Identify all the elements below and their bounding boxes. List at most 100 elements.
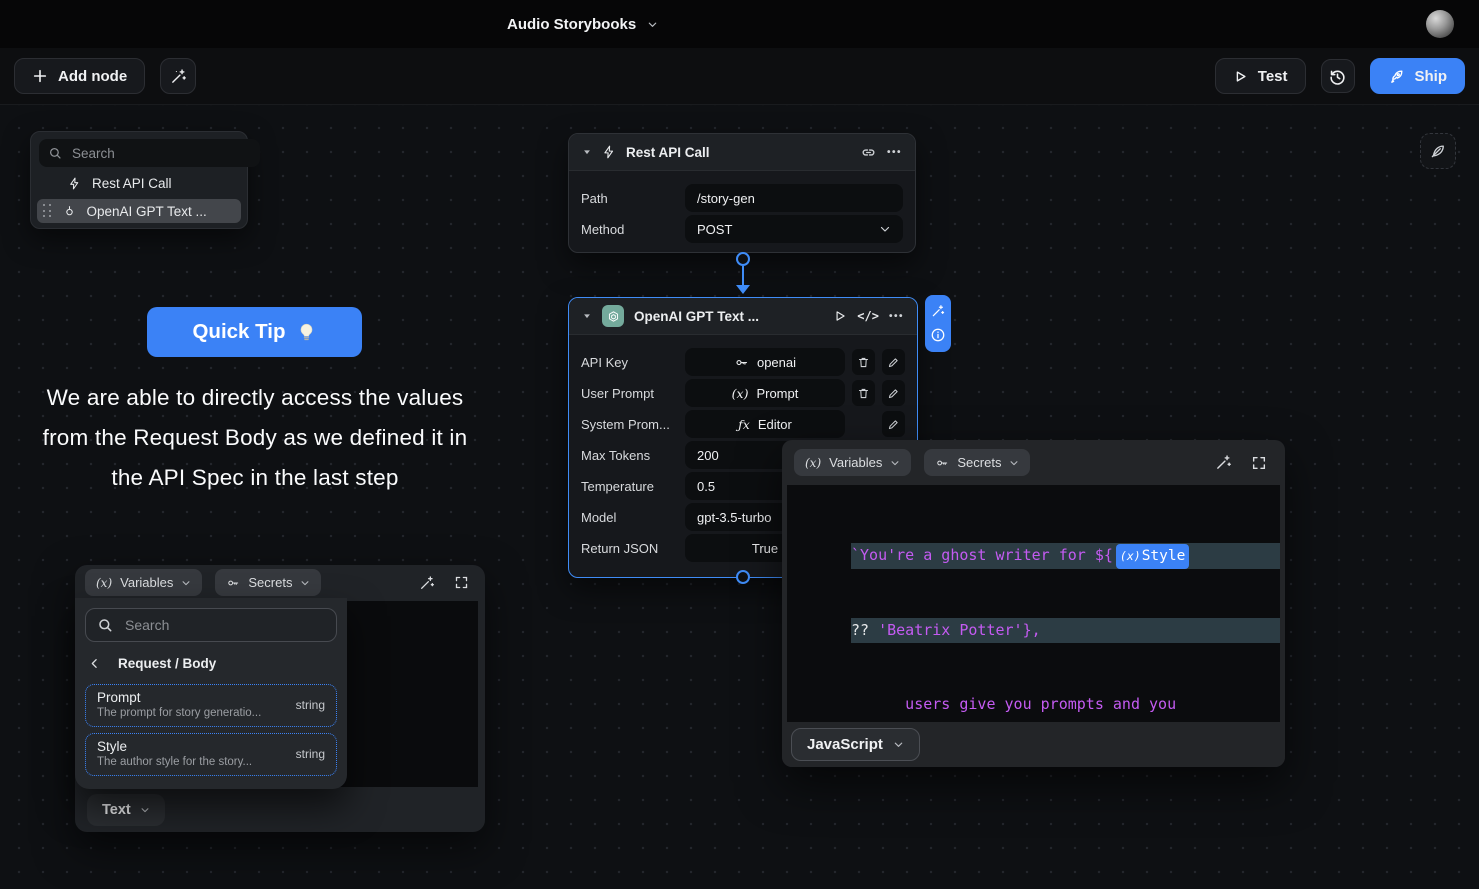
- plus-icon: [32, 68, 48, 84]
- ship-button[interactable]: Ship: [1370, 58, 1466, 94]
- rocket-icon: [1388, 68, 1405, 85]
- openai-node-header: OpenAI GPT Text ... </> •••: [569, 298, 917, 335]
- variables-search-input[interactable]: [123, 616, 325, 634]
- fullscreen-icon[interactable]: [454, 575, 469, 590]
- openai-node-output-port[interactable]: [736, 570, 750, 584]
- chevron-down-icon: [647, 19, 658, 30]
- edit-system-prompt-button[interactable]: [882, 411, 905, 437]
- workflow-title-dropdown[interactable]: Audio Storybooks: [507, 0, 658, 48]
- collapse-node-icon[interactable]: [582, 147, 592, 157]
- rest-node-title: Rest API Call: [626, 145, 850, 160]
- test-button[interactable]: Test: [1215, 58, 1306, 94]
- code-editor-area[interactable]: `You're a ghost writer for ${(x)Style ??…: [787, 485, 1280, 722]
- code-editor-footer: JavaScript: [782, 722, 1285, 767]
- prompt-editor-footer: Text: [75, 787, 485, 832]
- magic-wand-icon[interactable]: [931, 304, 945, 318]
- variables-popup: Request / Body Prompt The prompt for sto…: [75, 598, 347, 789]
- variable-description: The author style for the story...: [97, 756, 288, 768]
- code-line: ?? 'Beatrix Potter'},: [851, 618, 1280, 643]
- text-mode-label: Text: [102, 802, 131, 818]
- palette-search-input[interactable]: [70, 145, 251, 162]
- ai-wand-button[interactable]: [160, 58, 196, 94]
- history-button[interactable]: [1321, 59, 1355, 93]
- node-menu-icon[interactable]: •••: [889, 311, 904, 322]
- variable-type: string: [288, 747, 325, 761]
- code-view-icon[interactable]: </>: [857, 309, 879, 323]
- style-variable-chip[interactable]: (x)Style: [1116, 544, 1189, 569]
- fx-icon: ƒx: [738, 417, 750, 432]
- path-label: Path: [581, 191, 685, 206]
- info-icon[interactable]: [930, 327, 946, 343]
- secrets-dropdown[interactable]: Secrets: [924, 449, 1030, 476]
- model-value: gpt-3.5-turbo: [697, 510, 771, 525]
- variables-dropdown[interactable]: (x) Variables: [794, 449, 911, 476]
- user-prompt-label: User Prompt: [581, 386, 685, 401]
- method-select[interactable]: POST: [685, 215, 903, 243]
- palette-item-rest-api[interactable]: Rest API Call: [39, 171, 239, 195]
- edit-user-prompt-button[interactable]: [882, 380, 905, 406]
- add-node-button[interactable]: Add node: [14, 58, 145, 94]
- magic-wand-icon: [170, 68, 187, 85]
- delete-user-prompt-button[interactable]: [852, 380, 875, 406]
- drag-handle-icon[interactable]: [43, 204, 52, 218]
- variable-name: Prompt: [97, 690, 288, 705]
- variables-breadcrumb-row[interactable]: Request / Body: [85, 648, 337, 678]
- variables-label: Variables: [829, 455, 882, 470]
- rest-node-body: Path /story-gen Method POST: [569, 171, 915, 256]
- variable-item-prompt[interactable]: Prompt The prompt for story generatio...…: [85, 684, 337, 727]
- node-commit-icon: [63, 205, 76, 218]
- rest-api-call-node[interactable]: Rest API Call ••• Path /story-gen Method…: [568, 133, 916, 253]
- chevron-left-icon[interactable]: [88, 657, 101, 670]
- return-json-value: True: [752, 541, 778, 556]
- node-menu-icon[interactable]: •••: [887, 147, 902, 158]
- delete-api-key-button[interactable]: [852, 349, 875, 375]
- rest-node-output-port[interactable]: [736, 252, 750, 266]
- text-mode-dropdown[interactable]: Text: [87, 794, 165, 826]
- magic-wand-icon[interactable]: [1215, 454, 1232, 471]
- workflow-canvas[interactable]: Rest API Call OpenAI GPT Text ... Rest A…: [0, 105, 1479, 889]
- system-prompt-label: System Prom...: [581, 417, 685, 432]
- variables-search[interactable]: [85, 608, 337, 642]
- trash-icon: [857, 356, 870, 369]
- rest-node-header: Rest API Call •••: [569, 134, 915, 171]
- node-assist-pill[interactable]: [925, 295, 951, 352]
- palette-search[interactable]: [39, 139, 260, 167]
- user-prompt-chip[interactable]: (x) Prompt: [685, 379, 845, 407]
- max-tokens-value: 200: [697, 448, 719, 463]
- magic-wand-icon[interactable]: [419, 575, 435, 591]
- system-prompt-chip[interactable]: ƒx Editor: [685, 410, 845, 438]
- variables-dropdown[interactable]: (x) Variables: [85, 569, 202, 596]
- api-key-chip[interactable]: openai: [685, 348, 845, 376]
- chevron-down-icon: [181, 578, 191, 588]
- openai-node-title: OpenAI GPT Text ...: [634, 309, 823, 324]
- app-header: Audio Storybooks: [0, 0, 1479, 48]
- secrets-label: Secrets: [957, 455, 1001, 470]
- variable-icon: (x): [805, 456, 821, 470]
- prompt-editor-panel: (x) Variables Secrets Text: [75, 565, 485, 832]
- collapse-node-icon[interactable]: [582, 311, 592, 321]
- palette-item-openai-gpt[interactable]: OpenAI GPT Text ...: [37, 199, 241, 223]
- path-input[interactable]: /story-gen: [685, 184, 903, 212]
- bolt-icon: [68, 177, 81, 190]
- temperature-label: Temperature: [581, 479, 685, 494]
- avatar[interactable]: [1426, 10, 1454, 38]
- fullscreen-icon[interactable]: [1251, 455, 1267, 471]
- connection-arrowhead: [736, 285, 750, 294]
- variable-item-style[interactable]: Style The author style for the story... …: [85, 733, 337, 776]
- feather-quill-button[interactable]: [1420, 133, 1456, 169]
- add-node-label: Add node: [58, 68, 127, 85]
- quick-tip-button[interactable]: Quick Tip: [147, 307, 362, 357]
- edit-api-key-button[interactable]: [882, 349, 905, 375]
- link-icon[interactable]: [860, 144, 877, 161]
- run-node-icon[interactable]: [833, 309, 847, 323]
- language-dropdown[interactable]: JavaScript: [791, 728, 920, 761]
- quick-tip-label: Quick Tip: [192, 320, 285, 344]
- variable-icon: (x): [732, 386, 749, 401]
- chevron-down-icon: [890, 458, 900, 468]
- system-prompt-value: Editor: [758, 417, 792, 432]
- chevron-down-icon: [300, 578, 310, 588]
- secrets-dropdown[interactable]: Secrets: [215, 569, 321, 596]
- secrets-label: Secrets: [248, 575, 292, 590]
- api-key-label: API Key: [581, 355, 685, 370]
- palette-item-label: OpenAI GPT Text ...: [87, 204, 207, 219]
